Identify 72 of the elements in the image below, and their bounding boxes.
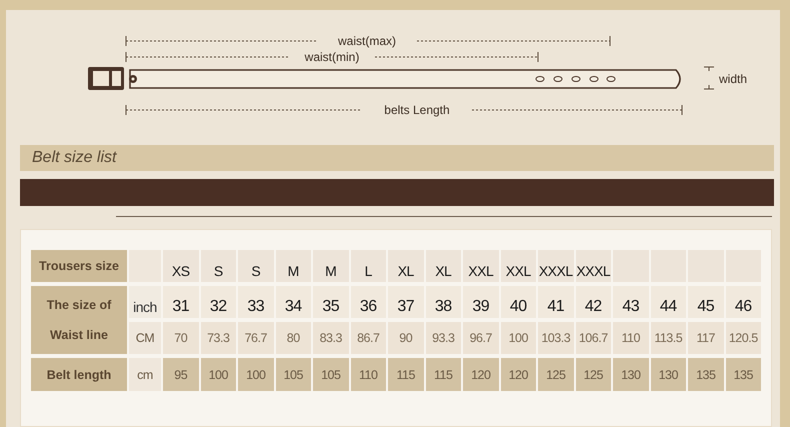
table-cell: CM [129,322,161,354]
row-header: Belt length [31,358,127,391]
dimension-label: waist(min) [304,50,360,64]
table-cell: 125 [538,358,574,391]
table-cell: 120 [463,358,498,391]
table-cell: XXXL [576,250,611,282]
table-cell: 36 [350,286,386,318]
table-cell: XL [426,250,461,282]
table-cell: 135 [688,358,724,391]
table-cell: L [350,250,386,282]
table-cell: 110 [613,322,648,354]
table-cell: 105 [276,358,311,391]
table-cell: 80 [276,322,311,354]
table-cell: 38 [426,286,461,318]
table-cell: 33 [238,286,274,318]
table-cell: 83.3 [313,322,348,354]
table-cell: 130 [650,358,686,391]
table-cell: S [200,250,236,282]
table-cell: 37 [388,286,424,318]
table-cell: M [313,250,348,282]
table-cell: 32 [200,286,236,318]
table-cell: 117 [688,322,724,354]
table-cell: inch [129,286,161,318]
table-cell: 41 [538,286,574,318]
table-cell: 90 [388,322,424,354]
table-cell: XXXL [538,250,574,282]
section-title: Belt size list [20,145,774,171]
table-cell: cm [129,358,161,391]
table-cell: 45 [688,286,724,318]
dimension-label: waist(max) [338,34,396,48]
row-header: Trousers size [31,250,127,282]
table-cell: 42 [576,286,611,318]
table-cell: 86.7 [350,322,386,354]
table-cell: 120 [500,358,536,391]
table-cell: 110 [350,358,386,391]
dimension-label: belts Length [384,103,450,117]
table-cell: 115 [388,358,424,391]
table-cell: M [276,250,311,282]
table-cell: 100 [238,358,274,391]
table-cell: XS [163,250,198,282]
table-cell: 46 [726,286,761,318]
table-cell: XXL [500,250,536,282]
dimension-label: width [719,72,747,86]
table-cell: 106.7 [576,322,611,354]
table-cell: 135 [726,358,761,391]
table-cell: 100 [500,322,536,354]
table-cell: 39 [463,286,498,318]
table-cell: 113.5 [650,322,686,354]
table-cell: 35 [313,286,348,318]
table-cell: 31 [163,286,198,318]
table-cell: 125 [576,358,611,391]
table-cell: 95 [163,358,198,391]
table-cell: 34 [276,286,311,318]
table-cell: 105 [313,358,348,391]
row-header: The size of Waist line [31,286,127,354]
table-cell: 44 [650,286,686,318]
table-cell: S [238,250,274,282]
table-cell: 120.5 [726,322,761,354]
table-cell: 43 [613,286,648,318]
table-cell: 40 [500,286,536,318]
table-cell: 70 [163,322,198,354]
table-cell: 115 [426,358,461,391]
table-cell: 76.7 [238,322,274,354]
table-cell: 93.3 [426,322,461,354]
table-cell: XXL [463,250,498,282]
table-cell: 100 [200,358,236,391]
table-cell: 96.7 [463,322,498,354]
table-cell: 73.3 [200,322,236,354]
table-cell: 103.3 [538,322,574,354]
table-cell: 130 [613,358,648,391]
width-marker [704,66,714,90]
table-cell: XL [388,250,424,282]
